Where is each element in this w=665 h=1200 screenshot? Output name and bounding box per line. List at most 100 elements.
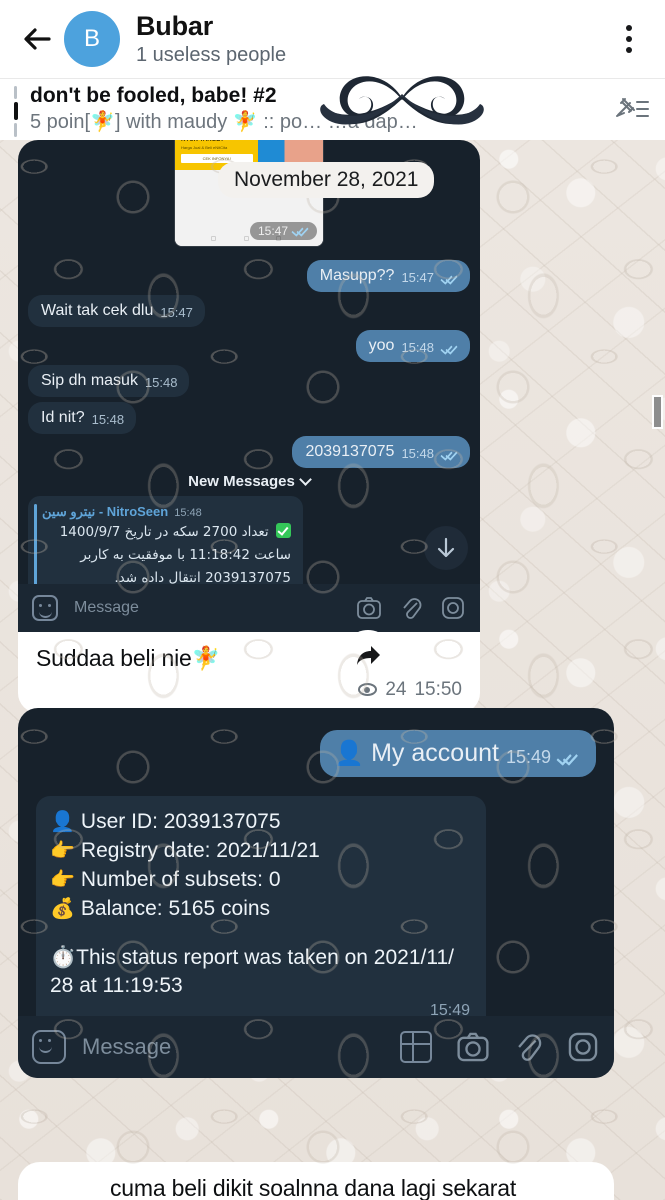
tweet-card-3: cuma beli dikit soalnna dana lagi sekara… (18, 1162, 614, 1200)
tweet-feed[interactable]: KYUK TARGET Harga Jual & Beli eNitCita C… (0, 140, 665, 1200)
message-input-bar-2[interactable]: Message (18, 1016, 614, 1078)
bubble-time: 15:48 (91, 412, 125, 427)
bubble-text: Wait tak cek dlu (41, 302, 154, 319)
avatar[interactable]: B (64, 11, 120, 67)
check-badge-icon (276, 523, 291, 538)
forward-author: نیترو سین - NitroSeen (42, 504, 169, 519)
microphone-icon[interactable] (440, 596, 466, 620)
message-input-placeholder[interactable]: Message (74, 599, 356, 617)
pinned-text-block: don't be fooled, babe! #2 5 poin[🧚] with… (30, 84, 609, 134)
double-tick-icon (441, 450, 458, 461)
bubble-text: Id nit? (41, 409, 85, 426)
views-eye-icon (358, 683, 378, 697)
status-report-line-2: 28 at 11:19:53 (50, 973, 183, 997)
photo-time-text: 15:47 (257, 224, 288, 238)
forward-author-row: نیترو سین - NitroSeen 15:48 (42, 504, 291, 520)
account-line-user-id: 👤 User ID: 2039137075 (50, 808, 470, 837)
pinned-title: don't be fooled, babe! #2 (30, 84, 277, 108)
tweet-text-1: Suddaa beli nie🧚 (36, 645, 221, 671)
my-account-bubble: 👤 My account 15:49 (320, 730, 596, 777)
input-actions (356, 596, 466, 620)
account-info-message: 👤 User ID: 2039137075 👉 Registry date: 202… (36, 796, 486, 1030)
new-messages-divider[interactable]: New Messages (18, 473, 480, 490)
account-line-text: Balance: 5165 coins (80, 896, 271, 920)
chat-header: B Bubar 1 useless people (0, 0, 665, 78)
scrollbar-thumb[interactable] (652, 395, 663, 429)
double-tick-icon (557, 752, 585, 770)
header-text-block: Bubar 1 useless people (136, 11, 607, 67)
chat-bubble-out-3: 2039137075 15:48 (292, 436, 470, 468)
bubble-time: 15:49 (505, 747, 551, 767)
screenshot-image-2[interactable]: 👤 My account 15:49 👤 User ID: 2039137075 … (18, 708, 614, 1078)
message-input-bar-1[interactable]: Message (18, 584, 480, 632)
account-line-balance: 💰 Balance: 5165 coins (50, 895, 470, 924)
camera-icon[interactable] (456, 1031, 490, 1063)
header-subtitle: 1 useless people (136, 44, 287, 67)
pin-list-icon[interactable] (609, 87, 655, 133)
bubble-time: 15:48 (401, 446, 434, 461)
account-line-subsets: 👉 Number of subsets: 0 (50, 866, 470, 895)
photo-timestamp: 15:47 (249, 222, 317, 240)
account-line-text: Registry date: 2021/11/21 (80, 838, 320, 862)
back-button[interactable] (14, 16, 60, 62)
double-tick-icon (292, 226, 309, 237)
smiley-icon[interactable] (32, 1030, 66, 1064)
scroll-down-icon[interactable] (424, 526, 468, 570)
tweet-text-2: cuma beli dikit soalnna dana lagi sekara… (110, 1175, 517, 1200)
bubble-time: 15:47 (160, 305, 193, 320)
ad-title: KYUK TARGET (181, 140, 224, 143)
chevron-down-icon (298, 473, 312, 486)
paperclip-icon[interactable] (514, 1031, 542, 1063)
user-emoji: 👤 (50, 811, 75, 833)
bubble-time: 15:48 (144, 375, 178, 390)
point-right-emoji: 👉 (50, 839, 75, 862)
date-pill: November 28, 2021 (218, 162, 435, 198)
status-report-line-1: ⏱️This status report was taken on 2021/1… (50, 944, 470, 972)
tweet-card-2: 👤 My account 15:49 👤 User ID: 2039137075 … (18, 708, 614, 1078)
back-arrow-icon (24, 28, 51, 50)
account-line-text: Number of subsets: 0 (80, 867, 281, 891)
tweet-time: 15:50 (414, 678, 462, 700)
camera-icon[interactable] (356, 596, 382, 620)
share-button-1[interactable] (342, 630, 394, 682)
point-right-emoji: 👉 (50, 868, 75, 891)
app-root: B Bubar 1 useless people don't be fooled… (0, 0, 665, 1200)
forward-time: 15:48 (174, 507, 202, 519)
ad-subtitle: Harga Jual & Beli eNitCita (181, 145, 228, 150)
bubble-text: yoo (368, 337, 395, 354)
chat-bubble-in-3: Id nit? 15:48 (28, 402, 137, 434)
new-messages-label: New Messages (188, 473, 295, 490)
chat-bubble-out-2: yoo 15:48 (355, 330, 470, 362)
user-emoji: 👤 (334, 740, 365, 767)
pinned-subtitle: 5 poin[🧚] with maudy 🧚 :: po… …a dap… (30, 111, 418, 134)
tweet-card-1: KYUK TARGET Harga Jual & Beli eNitCita C… (18, 140, 480, 713)
forward-body-line-1: تعداد 2700 سکه در تاریخ 1400/9/7 (42, 522, 291, 543)
page-title: Bubar (136, 10, 214, 41)
pinned-message-bar[interactable]: don't be fooled, babe! #2 5 poin[🧚] with… (0, 78, 665, 140)
message-input-placeholder[interactable]: Message (82, 1034, 400, 1060)
account-line-registry-date: 👉 Registry date: 2021/11/21 (50, 837, 470, 866)
chat-bubble-in-2: Sip dh masuk 15:48 (28, 365, 190, 397)
account-line-text: User ID: 2039137075 (80, 810, 281, 833)
avatar-letter: B (83, 25, 100, 52)
bubble-text: 2039137075 (305, 443, 395, 460)
double-tick-icon (441, 344, 458, 355)
bubble-text: Masupp?? (319, 267, 395, 284)
smiley-icon[interactable] (32, 595, 58, 621)
paperclip-icon[interactable] (400, 596, 422, 620)
chat-bubble-in-1: Wait tak cek dlu 15:47 (28, 295, 205, 327)
chat-bubble-out-1: Masupp?? 15:47 (306, 260, 470, 292)
double-tick-icon (441, 274, 458, 285)
pin-stripe-indicator (14, 85, 18, 137)
bubble-time: 15:48 (401, 340, 434, 355)
screenshot-image-1[interactable]: KYUK TARGET Harga Jual & Beli eNitCita C… (18, 140, 480, 632)
bubble-text: My account (371, 739, 499, 767)
view-count: 24 (385, 678, 407, 700)
status-text-1: This status report was taken on 2021/11/ (76, 945, 454, 969)
grid-icon[interactable] (400, 1031, 432, 1063)
forward-body-line-2: ساعت 11:18:42 با موفقیت به کاربر (80, 546, 291, 563)
microphone-icon[interactable] (566, 1031, 600, 1063)
forward-text-1: تعداد 2700 سکه در تاریخ 1400/9/7 (59, 524, 269, 540)
kebab-menu-icon[interactable] (607, 14, 651, 64)
money-bag-emoji: 💰 (50, 897, 75, 920)
